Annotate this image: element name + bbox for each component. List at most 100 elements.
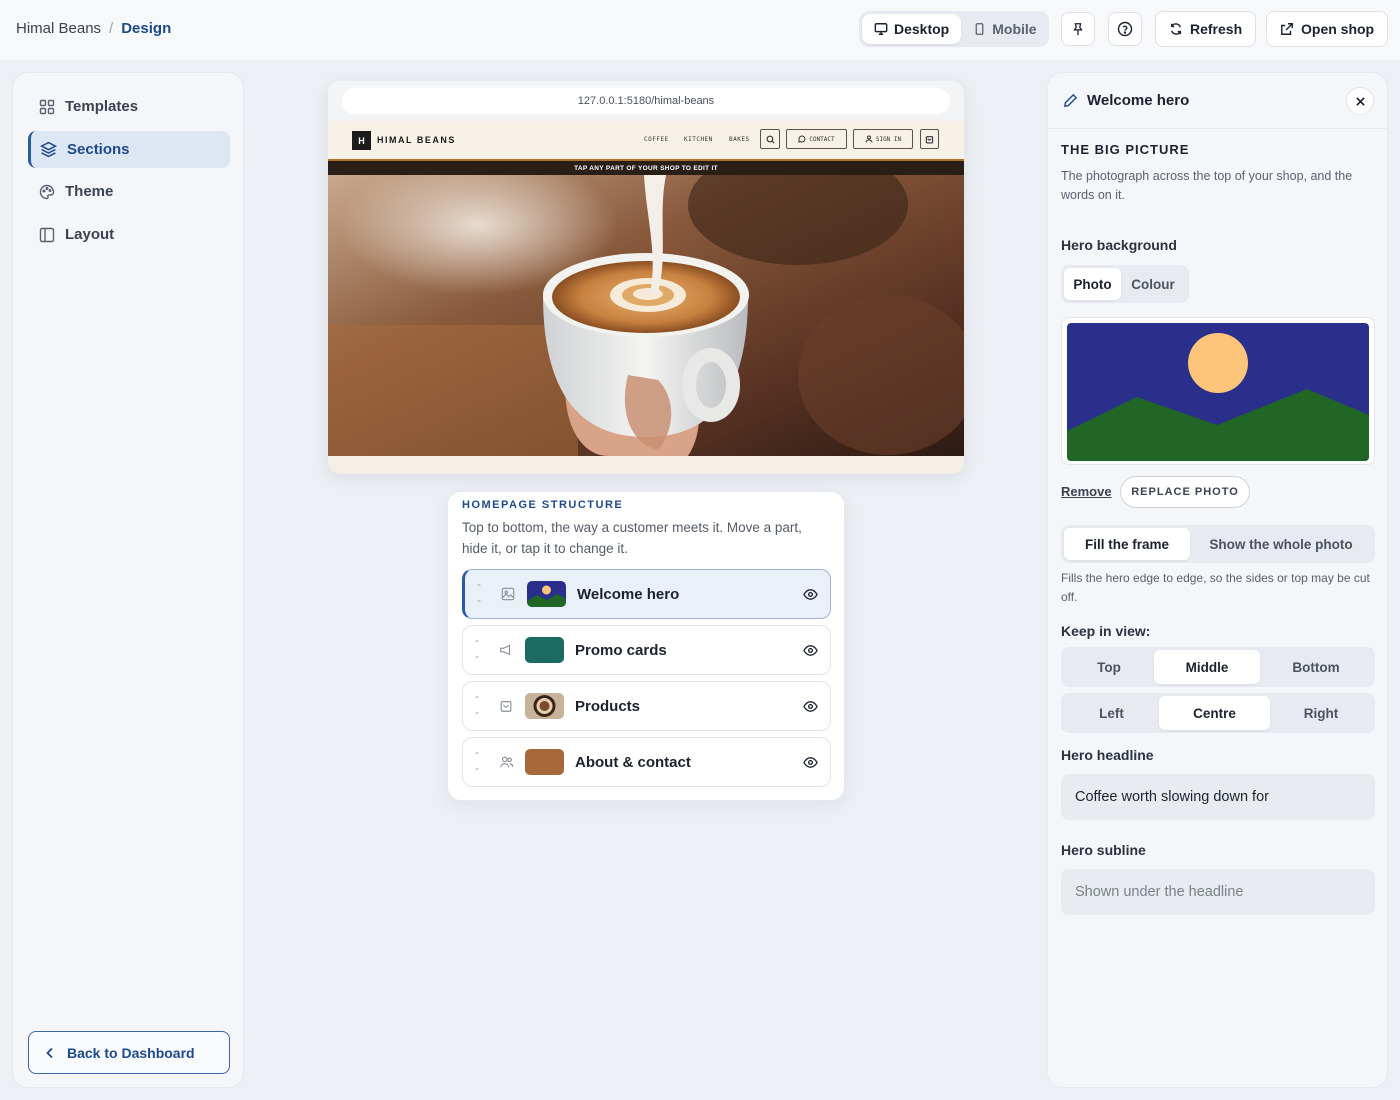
section-row-promo-cards[interactable]: ⌃ ⌄ Promo cards xyxy=(462,625,831,675)
focus-right-option[interactable]: Right xyxy=(1270,696,1372,730)
shop-search-button[interactable] xyxy=(760,129,780,149)
reorder-handle[interactable]: ⌃ ⌄ xyxy=(463,638,491,662)
help-icon xyxy=(1117,21,1133,37)
focus-bottom-option[interactable]: Bottom xyxy=(1260,650,1372,684)
pin-button[interactable] xyxy=(1061,12,1095,46)
section-label: Welcome hero xyxy=(577,585,680,603)
mobile-button[interactable]: Mobile xyxy=(961,14,1048,44)
url-field: 127.0.0.1:5180/himal-beans xyxy=(342,88,950,114)
refresh-button[interactable]: Refresh xyxy=(1155,11,1257,47)
chevron-up-icon[interactable]: ⌃ xyxy=(474,694,481,706)
breadcrumb-separator: / xyxy=(109,20,114,37)
sidebar-item-label: Sections xyxy=(67,141,130,158)
reorder-handle[interactable]: ⌃ ⌄ xyxy=(463,750,491,774)
sidebar-item-theme[interactable]: Theme xyxy=(28,173,230,210)
close-button[interactable] xyxy=(1346,87,1374,115)
reorder-handle[interactable]: ⌃ ⌄ xyxy=(463,694,491,718)
hero-headline-label: Hero headline xyxy=(1061,747,1154,763)
image-icon xyxy=(501,587,515,601)
sidebar-item-sections[interactable]: Sections xyxy=(28,131,230,168)
monitor-icon xyxy=(874,23,888,35)
shop-cart-button[interactable] xyxy=(920,129,939,149)
section-row-about-contact[interactable]: ⌃ ⌄ About & contact xyxy=(462,737,831,787)
chevron-up-icon[interactable]: ⌃ xyxy=(476,582,483,594)
back-to-dashboard-button[interactable]: Back to Dashboard xyxy=(28,1031,230,1074)
shop-signin-button[interactable]: SIGN IN xyxy=(853,129,913,149)
section-label: About & contact xyxy=(575,753,691,771)
shop-preview[interactable]: 127.0.0.1:5180/himal-beans H HIMAL BEANS… xyxy=(328,81,964,474)
eye-icon xyxy=(802,756,818,768)
structure-title: HOMEPAGE STRUCTURE xyxy=(462,499,624,511)
structure-description: Top to bottom, the way a customer meets … xyxy=(462,520,802,556)
replace-photo-button[interactable]: REPLACE PHOTO xyxy=(1120,476,1250,508)
hero-headline-input[interactable]: Coffee worth slowing down for xyxy=(1061,774,1375,820)
remove-photo-link[interactable]: Remove xyxy=(1061,484,1112,499)
desktop-button[interactable]: Desktop xyxy=(862,14,962,44)
open-shop-label: Open shop xyxy=(1301,21,1375,37)
grid-icon xyxy=(39,99,55,114)
focus-centre-option[interactable]: Centre xyxy=(1159,696,1270,730)
background-photo-option[interactable]: Photo xyxy=(1064,268,1121,300)
chevron-down-icon[interactable]: ⌄ xyxy=(474,762,481,774)
hero-photo[interactable] xyxy=(328,175,964,456)
megaphone-icon xyxy=(500,644,511,656)
shop-header[interactable]: H HIMAL BEANS COFFEE KITCHEN BAKES CONTA… xyxy=(328,121,964,159)
focus-middle-option[interactable]: Middle xyxy=(1154,650,1260,684)
shop-contact-button[interactable]: CONTACT xyxy=(786,129,847,149)
background-colour-option[interactable]: Colour xyxy=(1121,268,1185,300)
search-icon xyxy=(766,135,775,144)
top-bar: Himal Beans / Design Desktop Mobile Refr… xyxy=(0,0,1400,60)
focus-top-option[interactable]: Top xyxy=(1064,650,1154,684)
pin-icon xyxy=(1073,23,1083,36)
visibility-toggle[interactable] xyxy=(790,643,830,658)
sidebar-item-label: Theme xyxy=(65,183,114,200)
people-icon xyxy=(499,756,513,768)
shop-logo: H xyxy=(352,131,371,150)
shop-link-coffee[interactable]: COFFEE xyxy=(644,136,669,143)
bag-icon xyxy=(500,701,512,712)
chevron-down-icon[interactable]: ⌄ xyxy=(474,706,481,718)
layout-icon xyxy=(39,227,55,242)
hero-subline-input[interactable]: Shown under the headline xyxy=(1061,869,1375,915)
section-label: Products xyxy=(575,697,641,715)
vertical-focus-toggle: Top Middle Bottom xyxy=(1061,647,1375,687)
hero-photo-preview[interactable] xyxy=(1061,317,1375,465)
device-toggle: Desktop Mobile xyxy=(859,11,1049,47)
chevron-up-icon[interactable]: ⌃ xyxy=(474,638,481,650)
visibility-toggle[interactable] xyxy=(790,587,830,602)
close-icon xyxy=(1355,96,1365,106)
visibility-toggle[interactable] xyxy=(790,755,830,770)
palette-icon xyxy=(39,184,55,199)
breadcrumb-current: Design xyxy=(121,20,172,37)
browser-bar: 127.0.0.1:5180/himal-beans xyxy=(328,81,964,121)
section-thumbnail xyxy=(525,693,564,719)
section-row-products[interactable]: ⌃ ⌄ Products xyxy=(462,681,831,731)
reorder-handle[interactable]: ⌃ ⌄ xyxy=(465,582,493,606)
chevron-down-icon[interactable]: ⌄ xyxy=(476,594,483,606)
hero-background-label: Hero background xyxy=(1061,237,1177,253)
sidebar-item-templates[interactable]: Templates xyxy=(28,88,230,125)
shop-link-bakes[interactable]: BAKES xyxy=(729,136,750,143)
focus-left-option[interactable]: Left xyxy=(1064,696,1159,730)
breadcrumb-root[interactable]: Himal Beans xyxy=(16,20,101,37)
panel-description: The photograph across the top of your sh… xyxy=(1061,169,1353,202)
help-button[interactable] xyxy=(1108,12,1142,46)
open-shop-button[interactable]: Open shop xyxy=(1266,11,1389,47)
fill-frame-option[interactable]: Fill the frame xyxy=(1064,528,1190,560)
show-whole-photo-option[interactable]: Show the whole photo xyxy=(1190,528,1372,560)
chevron-up-icon[interactable]: ⌃ xyxy=(474,750,481,762)
panel-title: Welcome hero xyxy=(1087,92,1190,109)
eye-icon xyxy=(802,700,818,712)
sidebar-item-layout[interactable]: Layout xyxy=(28,216,230,253)
section-thumbnail xyxy=(527,581,566,607)
shop-link-kitchen[interactable]: KITCHEN xyxy=(684,136,713,143)
section-row-welcome-hero[interactable]: ⌃ ⌄ Welcome hero xyxy=(462,569,831,619)
external-link-icon xyxy=(1281,23,1293,35)
panel-heading: THE BIG PICTURE xyxy=(1061,142,1190,157)
keep-in-view-label: Keep in view: xyxy=(1061,623,1151,639)
refresh-label: Refresh xyxy=(1190,21,1243,37)
visibility-toggle[interactable] xyxy=(790,699,830,714)
mobile-label: Mobile xyxy=(992,21,1037,37)
chevron-down-icon[interactable]: ⌄ xyxy=(474,650,481,662)
coffee-photo xyxy=(328,175,964,456)
